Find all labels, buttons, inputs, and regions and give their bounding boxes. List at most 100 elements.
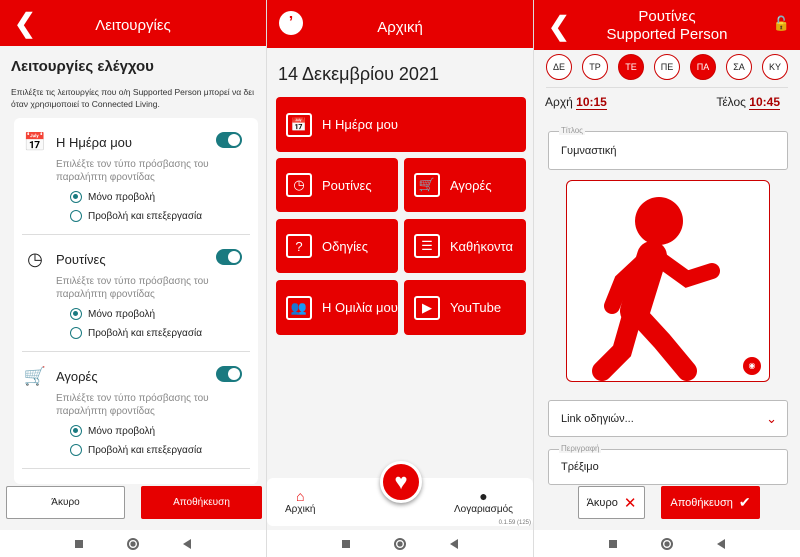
back-icon[interactable]: [183, 538, 191, 549]
tile-button[interactable]: 📅 Η Ημέρα μου: [276, 97, 526, 152]
date-label: 14 Δεκεμβρίου 2021: [278, 64, 439, 84]
home-icon[interactable]: [394, 537, 406, 550]
feature-desc: Επιλέξτε τον τύπο πρόσβασης του παραλήπτ…: [56, 276, 209, 300]
nav-account[interactable]: ● Λογαριασμός: [454, 488, 513, 515]
tile-label: Ρουτίνες: [322, 177, 372, 193]
camera-icon[interactable]: ◉: [743, 357, 761, 375]
header: ❮ Λειτουργίες: [0, 0, 266, 46]
radio-button[interactable]: [70, 327, 82, 339]
day-selector: ΔΕ ΤΡ ΤΕ ΠΕ ΠΑ ΣΑ ΚΥ: [546, 54, 788, 80]
tile-button[interactable]: ◷ Ρουτίνες: [276, 158, 398, 212]
back-icon[interactable]: [717, 538, 725, 549]
home-icon[interactable]: [127, 537, 139, 550]
feature-toggle[interactable]: [216, 249, 242, 265]
description-label: Περιγραφή: [559, 444, 602, 453]
house-icon: ⌂: [295, 488, 305, 504]
radio-button[interactable]: [70, 425, 82, 437]
day-toggle[interactable]: ΤΡ: [582, 54, 608, 80]
feature-desc: Επιλέξτε τον τύπο πρόσβασης του παραλήπτ…: [56, 159, 209, 183]
feature-toggle[interactable]: [216, 132, 242, 148]
heart-hands-button[interactable]: ♥: [380, 461, 422, 503]
option-label: Προβολή και επεξεργασία: [88, 327, 202, 339]
recents-icon[interactable]: [609, 539, 617, 548]
header-title: Αρχική: [377, 19, 423, 36]
save-button[interactable]: Αποθήκευση: [141, 486, 262, 519]
system-nav: [534, 530, 800, 557]
unlock-icon[interactable]: 🔓: [773, 15, 790, 32]
recents-icon[interactable]: [342, 539, 350, 548]
system-nav: [0, 530, 266, 557]
day-toggle[interactable]: ΤΕ: [618, 54, 644, 80]
check-icon: ✔: [738, 494, 751, 510]
radio-button[interactable]: [70, 191, 82, 203]
cancel-label: Άκυρο: [586, 496, 618, 509]
recents-icon[interactable]: [75, 539, 83, 548]
system-nav: [267, 530, 533, 557]
tile-label: Η Ημέρα μου: [322, 117, 399, 132]
cancel-button[interactable]: Άκυρο: [6, 486, 125, 519]
tile-label: Αγορές: [450, 177, 492, 193]
header-title: Ρουτίνες: [638, 8, 696, 25]
save-button[interactable]: Αποθήκευση ✔: [661, 486, 760, 519]
cancel-button[interactable]: Άκυρο ✕: [578, 486, 645, 519]
header-title: Λειτουργίες: [95, 17, 171, 34]
tile-button[interactable]: ☰ Καθήκοντα: [404, 219, 526, 273]
description-field[interactable]: Περιγραφή Τρέξιμο: [548, 444, 788, 485]
end-label: Τέλος: [716, 95, 746, 109]
radio-button[interactable]: [70, 210, 82, 222]
start-value[interactable]: 10:15: [576, 95, 607, 110]
home-icon[interactable]: [661, 537, 673, 550]
routine-icon: ◷: [27, 249, 43, 269]
radio-button[interactable]: [70, 308, 82, 320]
access-option[interactable]: Μόνο προβολή: [70, 191, 250, 203]
day-toggle[interactable]: ΣΑ: [726, 54, 752, 80]
option-label: Μόνο προβολή: [88, 308, 156, 320]
access-option[interactable]: Μόνο προβολή: [70, 425, 250, 437]
tile-button[interactable]: 👥 Η Ομιλία μου: [276, 280, 398, 335]
tile-button[interactable]: 🛒 Αγορές: [404, 158, 526, 212]
features-card: 📅 Η Ημέρα μου Επιλέξτε τον τύπο πρόσβασης…: [14, 118, 258, 484]
feature-desc: Επιλέξτε τον τύπο πρόσβασης του παραλήπτ…: [56, 393, 209, 417]
calendar-icon: 📅: [286, 112, 312, 137]
youtube-icon: ▶: [414, 295, 440, 320]
feature-name: Ρουτίνες: [56, 251, 106, 267]
calendar-icon: 📅: [23, 132, 47, 152]
feature-item: ◷ Ρουτίνες Επιλέξτε τον τύπο πρόσβασης το…: [22, 235, 250, 352]
close-icon: ✕: [623, 494, 637, 512]
day-toggle[interactable]: ΠΕ: [654, 54, 680, 80]
access-option[interactable]: Μόνο προβολή: [70, 308, 250, 320]
day-toggle[interactable]: ΠΑ: [690, 54, 716, 80]
feature-item: 🛒 Αγορές Επιλέξτε τον τύπο πρόσβασης του …: [22, 352, 250, 469]
tile-button[interactable]: ? Οδηγίες: [276, 219, 398, 273]
access-option[interactable]: Προβολή και επεξεργασία: [70, 327, 250, 339]
start-time[interactable]: Αρχή 10:15: [545, 95, 607, 110]
tile-label: Οδηγίες: [322, 238, 369, 254]
day-toggle[interactable]: ΔΕ: [546, 54, 572, 80]
tile-label: YouTube: [450, 300, 502, 315]
routine-image[interactable]: ◉: [566, 180, 770, 382]
person-icon: ●: [479, 488, 488, 504]
start-label: Αρχή: [545, 95, 573, 109]
save-label: Αποθήκευση: [670, 496, 733, 509]
description-value: Τρέξιμο: [561, 461, 599, 473]
intro-text: Επιλέξτε τις λειτουργίες που ο/η Support…: [11, 87, 254, 109]
back-icon[interactable]: [450, 538, 458, 549]
tile-button[interactable]: ▶ YouTube: [404, 280, 526, 335]
title-field[interactable]: Τίτλος Γυμναστική: [548, 126, 788, 170]
cart-icon: 🛒: [23, 366, 47, 386]
home-screen: ’ Αρχική 14 Δεκεμβρίου 2021 📅 Η Ημέρα μου…: [266, 0, 534, 557]
header: ’ Αρχική: [267, 0, 533, 48]
end-value[interactable]: 10:45: [749, 95, 780, 110]
link-dropdown[interactable]: Link οδηγιών... ⌄: [548, 400, 788, 437]
nav-home[interactable]: ⌂ Αρχική: [285, 488, 315, 515]
header-subtitle: Supported Person: [606, 26, 728, 43]
access-option[interactable]: Προβολή και επεξεργασία: [70, 444, 250, 456]
chevron-down-icon: ⌄: [766, 410, 777, 426]
feature-toggle[interactable]: [216, 366, 242, 382]
day-toggle[interactable]: ΚΥ: [762, 54, 788, 80]
end-time[interactable]: Τέλος 10:45: [716, 95, 780, 110]
nav-home-label: Αρχική: [285, 504, 316, 515]
radio-button[interactable]: [70, 444, 82, 456]
walking-person-icon: [592, 197, 720, 381]
access-option[interactable]: Προβολή και επεξεργασία: [70, 210, 250, 222]
